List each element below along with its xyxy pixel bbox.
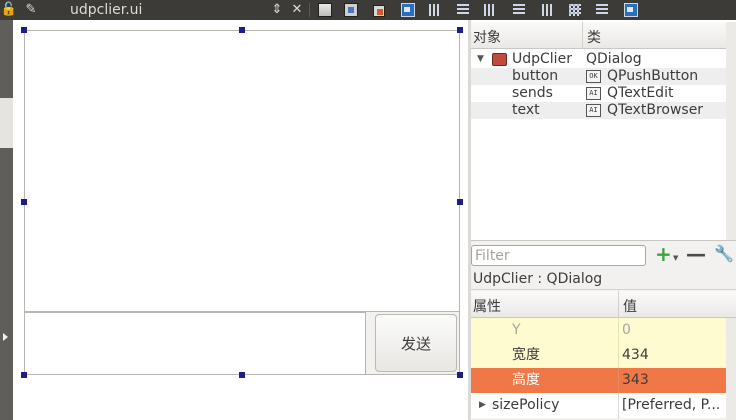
resize-handle-bottom-left[interactable]: [21, 372, 27, 378]
property-value[interactable]: [Preferred, P...: [622, 393, 720, 418]
tree-row-button[interactable]: button OK QPushButton: [471, 68, 736, 85]
tree-expand-icon[interactable]: ▼: [477, 51, 484, 68]
edit-signals-icon[interactable]: [342, 0, 360, 20]
resize-handle-right[interactable]: [457, 199, 463, 205]
resize-handle-bottom-right[interactable]: [457, 372, 463, 378]
expand-arrow-icon[interactable]: ▶: [479, 393, 486, 418]
text-browser[interactable]: [24, 30, 460, 312]
pushbutton-icon: OK: [586, 70, 601, 83]
layout-vertical-icon[interactable]: [455, 0, 471, 20]
tree-item-name: sends: [512, 85, 553, 101]
tree-row-root[interactable]: ▼ UdpClier QDialog: [471, 51, 736, 68]
property-name: Y: [512, 322, 521, 338]
property-editor-scrollbar[interactable]: [726, 318, 736, 420]
tree-item-name: text: [512, 102, 540, 118]
property-row-width[interactable]: 宽度 434: [471, 343, 726, 369]
close-icon[interactable]: ✕: [290, 0, 304, 20]
tree-item-class: QTextBrowser: [607, 102, 704, 118]
adjust-size-icon[interactable]: [622, 0, 640, 20]
tree-item-class: QPushButton: [607, 68, 699, 84]
column-object[interactable]: 对象: [473, 27, 501, 47]
column-value[interactable]: 值: [623, 296, 637, 316]
left-dock-gutter: [0, 20, 13, 420]
textedit-icon: AI: [586, 87, 601, 100]
updown-icon[interactable]: ⇕: [271, 0, 283, 20]
column-property[interactable]: 属性: [473, 296, 501, 316]
textbrowser-icon: AI: [586, 104, 601, 117]
property-row-height[interactable]: 高度 343: [471, 368, 726, 394]
tree-item-class: QDialog: [586, 51, 642, 67]
property-name: sizePolicy: [492, 397, 560, 413]
document-title: udpclier.ui: [70, 2, 143, 18]
property-value[interactable]: 434: [622, 343, 649, 368]
tree-row-sends[interactable]: sends AI QTextEdit: [471, 85, 736, 102]
edit-tab-order-icon[interactable]: [399, 0, 417, 20]
property-editor-header: 属性 值: [471, 291, 736, 318]
layout-v-splitter-icon[interactable]: [511, 0, 527, 20]
filter-input[interactable]: [471, 245, 646, 266]
resize-handle-top-right[interactable]: [457, 27, 463, 33]
designer-toolbar: 🔓 ✎ udpclier.ui ⇕ ✕: [0, 0, 736, 20]
property-name: 宽度: [512, 347, 540, 363]
tree-row-text[interactable]: text AI QTextBrowser: [471, 102, 736, 119]
property-row-y[interactable]: Y 0: [471, 318, 726, 344]
column-class[interactable]: 类: [587, 27, 601, 47]
expand-arrow-icon[interactable]: [3, 333, 8, 341]
gutter-tab[interactable]: [0, 98, 13, 148]
edit-buddies-icon[interactable]: [369, 0, 387, 20]
remove-property-icon[interactable]: —: [686, 244, 706, 264]
tree-item-class: QTextEdit: [607, 85, 674, 101]
resize-handle-bottom[interactable]: [239, 372, 245, 378]
send-button[interactable]: 发送: [375, 314, 457, 372]
layout-horizontal-icon[interactable]: [427, 0, 443, 20]
property-row-sizepolicy[interactable]: ▶ sizePolicy [Preferred, P...: [471, 393, 726, 418]
property-value[interactable]: 343: [622, 368, 649, 393]
tree-item-name: UdpClier: [512, 51, 572, 67]
wrench-icon[interactable]: 🔧: [714, 244, 734, 264]
dropdown-arrow-icon[interactable]: ▼: [673, 254, 678, 262]
tree-item-name: button: [512, 68, 559, 84]
layout-form-icon[interactable]: [540, 0, 556, 20]
break-layout-icon[interactable]: [594, 0, 610, 20]
selected-object-label: UdpClier : QDialog: [471, 268, 736, 290]
property-value[interactable]: 0: [622, 318, 631, 343]
lock-icon[interactable]: 🔓: [0, 0, 18, 20]
resize-handle-top-left[interactable]: [21, 27, 27, 33]
toolbar-separator: [309, 3, 310, 17]
add-dynamic-property-icon[interactable]: +: [655, 244, 673, 264]
object-inspector-scrollbar[interactable]: [726, 22, 736, 240]
edit-widgets-icon[interactable]: [316, 0, 334, 20]
layout-h-splitter-icon[interactable]: [482, 0, 498, 20]
resize-handle-left[interactable]: [21, 199, 27, 205]
resize-handle-top[interactable]: [239, 27, 245, 33]
property-name: 高度: [512, 372, 540, 388]
edit-icon[interactable]: ✎: [22, 0, 40, 20]
dialog-icon: [492, 53, 507, 66]
layout-grid-icon[interactable]: [567, 0, 583, 20]
text-edit[interactable]: [24, 312, 366, 375]
object-inspector-header: 对象 类: [471, 22, 736, 49]
